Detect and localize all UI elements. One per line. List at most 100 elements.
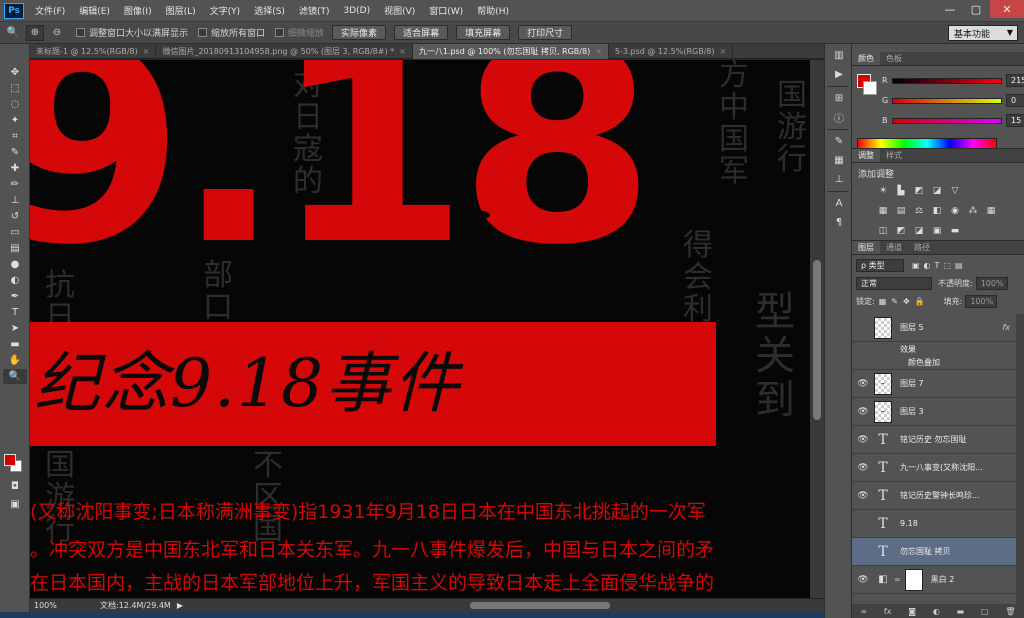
pen-tool-icon[interactable]: ✒ bbox=[3, 289, 27, 304]
levels-icon[interactable]: ▙ bbox=[894, 185, 908, 197]
layer-row[interactable]: 👁 T 铭记历史警钟长鸣珍... bbox=[852, 482, 1016, 510]
document-info[interactable]: 文档:12.4M/29.4M bbox=[100, 600, 171, 611]
menu-layer[interactable]: 图层(L) bbox=[159, 4, 203, 17]
eye-icon[interactable]: 👁 bbox=[856, 573, 870, 587]
resize-windows-checkbox[interactable]: 调整窗口大小以满屏显示 bbox=[76, 26, 188, 39]
menu-type[interactable]: 文字(Y) bbox=[203, 4, 248, 17]
layer-filter-select[interactable]: ρ 类型 bbox=[856, 259, 904, 272]
maximize-button[interactable]: ▢ bbox=[964, 0, 988, 18]
eye-icon[interactable]: 👁 bbox=[856, 489, 870, 503]
lasso-tool-icon[interactable]: ◌ bbox=[3, 97, 27, 112]
menu-select[interactable]: 选择(S) bbox=[247, 4, 292, 17]
menu-edit[interactable]: 编辑(E) bbox=[72, 4, 117, 17]
actions-panel-icon[interactable]: ▶ bbox=[829, 67, 849, 82]
close-icon[interactable]: × bbox=[143, 47, 150, 56]
crop-tool-icon[interactable]: ⌗ bbox=[3, 129, 27, 144]
document-canvas[interactable]: 对日寇的 抗日国旗 部口中国 不区国 国游行 方中国军 国游行 得会利 型关到 … bbox=[30, 60, 810, 598]
tab-layers[interactable]: 图层 bbox=[852, 241, 880, 254]
layer-row[interactable]: 👁 ~ 图层 3 bbox=[852, 398, 1016, 426]
history-panel-icon[interactable]: ▥ bbox=[829, 48, 849, 63]
folder-icon[interactable]: ▬ bbox=[957, 607, 965, 616]
close-icon[interactable]: × bbox=[595, 47, 602, 56]
scrubby-zoom-checkbox[interactable]: 细微缩放 bbox=[275, 26, 324, 39]
print-size-button[interactable]: 打印尺寸 bbox=[518, 25, 573, 40]
gradient-triangle-icon[interactable]: ▽ bbox=[948, 185, 962, 197]
blue-slider[interactable] bbox=[892, 117, 1002, 124]
chevron-right-icon[interactable]: ▶ bbox=[177, 601, 183, 610]
brush-panel-icon[interactable]: ✎ bbox=[829, 134, 849, 149]
horizontal-scrollbar[interactable] bbox=[470, 602, 610, 609]
menu-file[interactable]: 文件(F) bbox=[28, 4, 72, 17]
workspace-select[interactable]: 基本功能 ▼ bbox=[948, 25, 1018, 41]
opacity-field[interactable]: 100% bbox=[975, 277, 1008, 290]
screen-mode-icon[interactable]: ▣ bbox=[3, 497, 27, 512]
checkbox-box[interactable] bbox=[76, 28, 85, 37]
close-icon[interactable]: × bbox=[399, 47, 406, 56]
menu-filter[interactable]: 滤镜(T) bbox=[292, 4, 337, 17]
zoom-all-checkbox[interactable]: 缩放所有窗口 bbox=[198, 26, 265, 39]
menu-help[interactable]: 帮助(H) bbox=[470, 4, 516, 17]
effect-row[interactable]: 颜色叠加 bbox=[852, 356, 1016, 370]
marquee-tool-icon[interactable]: ⬚ bbox=[3, 81, 27, 96]
actual-pixels-button[interactable]: 实际像素 bbox=[332, 25, 387, 40]
tab-color[interactable]: 颜色 bbox=[852, 52, 880, 65]
invert-icon[interactable]: ◫ bbox=[876, 225, 890, 237]
channel-mixer-icon[interactable]: ⁂ bbox=[966, 205, 980, 217]
gradient-map-icon[interactable]: ▬ bbox=[948, 225, 962, 237]
layer-row[interactable]: 👁 图层 5 fx bbox=[852, 314, 1016, 342]
tab-adjustments[interactable]: 调整 bbox=[852, 149, 880, 162]
vertical-scrollbar[interactable] bbox=[810, 60, 824, 598]
layer-mask-thumbnail[interactable] bbox=[904, 568, 923, 591]
tab-styles[interactable]: 样式 bbox=[880, 149, 908, 162]
tab-untitled[interactable]: 未标题-1 @ 12.5%(RGB/8) × bbox=[30, 44, 157, 59]
effects-row[interactable]: 效果 bbox=[852, 342, 1016, 356]
clone-stamp-tool-icon[interactable]: ⊥ bbox=[3, 193, 27, 208]
zoom-out-icon[interactable]: ⊖ bbox=[48, 25, 66, 41]
magic-wand-tool-icon[interactable]: ✦ bbox=[3, 113, 27, 128]
checkbox-box[interactable] bbox=[198, 28, 208, 37]
layer-row[interactable]: 👁 T 9.18 bbox=[852, 510, 1016, 538]
lock-icons[interactable]: ▦✎✥🔒 bbox=[879, 297, 930, 306]
close-icon[interactable]: × bbox=[720, 47, 727, 56]
fill-field[interactable]: 100% bbox=[965, 295, 998, 308]
posterize-icon[interactable]: ◩ bbox=[894, 225, 908, 237]
green-value-field[interactable]: 0 bbox=[1006, 94, 1024, 107]
fit-screen-button[interactable]: 适合屏幕 bbox=[394, 25, 449, 40]
minimize-button[interactable]: — bbox=[938, 0, 962, 18]
hand-tool-icon[interactable]: ✋ bbox=[3, 353, 27, 368]
fx-icon[interactable]: fx bbox=[884, 607, 892, 616]
zoom-tool-icon[interactable]: 🔍 bbox=[4, 25, 22, 41]
quick-mask-icon[interactable]: ◘ bbox=[3, 479, 27, 494]
brush-tool-icon[interactable]: ✏ bbox=[3, 177, 27, 192]
clone-source-icon[interactable]: ⊥ bbox=[829, 172, 849, 187]
move-tool-icon[interactable]: ✥ bbox=[3, 65, 27, 80]
close-button[interactable]: ✕ bbox=[990, 0, 1024, 18]
dodge-tool-icon[interactable]: ◐ bbox=[3, 273, 27, 288]
menu-image[interactable]: 图像(I) bbox=[117, 4, 159, 17]
blue-value-field[interactable]: 15 bbox=[1006, 114, 1024, 127]
layer-row[interactable]: 👁 ◧ ∞ 黑白 2 bbox=[852, 566, 1016, 594]
link-icon[interactable]: ∞ bbox=[860, 607, 867, 616]
zoom-level[interactable]: 100% bbox=[30, 601, 70, 610]
filter-icons[interactable]: ▣◐T⬚▤ bbox=[912, 261, 967, 270]
red-value-field[interactable]: 215 bbox=[1006, 74, 1024, 87]
eye-icon[interactable]: 👁 bbox=[856, 461, 870, 475]
zoom-tool-icon[interactable]: 🔍 bbox=[3, 369, 27, 384]
layer-row[interactable]: 👁 T 九一八事变(又称沈阳... bbox=[852, 454, 1016, 482]
eraser-tool-icon[interactable]: ▭ bbox=[3, 225, 27, 240]
layer-row-selected[interactable]: 👁 T 勿忘国耻 拷贝 bbox=[852, 538, 1016, 566]
tab-918-psd[interactable]: 九一八1.psd @ 100% (勿忘国耻 拷贝, RGB/8) × bbox=[412, 44, 609, 59]
tab-5-3-psd[interactable]: 5-3.psd @ 12.5%(RGB/8) × bbox=[609, 44, 734, 59]
eye-icon[interactable]: 👁 bbox=[856, 377, 870, 391]
threshold-icon[interactable]: ◪ bbox=[912, 225, 926, 237]
new-layer-icon[interactable]: ▢ bbox=[981, 607, 989, 616]
fx-icon[interactable]: fx bbox=[1002, 323, 1010, 332]
green-slider[interactable] bbox=[892, 97, 1002, 104]
info-panel-icon[interactable]: ⓘ bbox=[829, 110, 849, 125]
type-tool-icon[interactable]: T bbox=[3, 305, 27, 320]
tab-wechat-image[interactable]: 微信图片_20180913104958.png @ 50% (图层 3, RGB… bbox=[156, 44, 413, 59]
layer-row[interactable]: 👁 T 铭记历史 勿忘国耻 bbox=[852, 426, 1016, 454]
gradient-tool-icon[interactable]: ▤ bbox=[3, 241, 27, 256]
layer-row[interactable]: 👁 ~ 图层 7 bbox=[852, 370, 1016, 398]
blend-mode-select[interactable]: 正常 bbox=[856, 277, 932, 290]
